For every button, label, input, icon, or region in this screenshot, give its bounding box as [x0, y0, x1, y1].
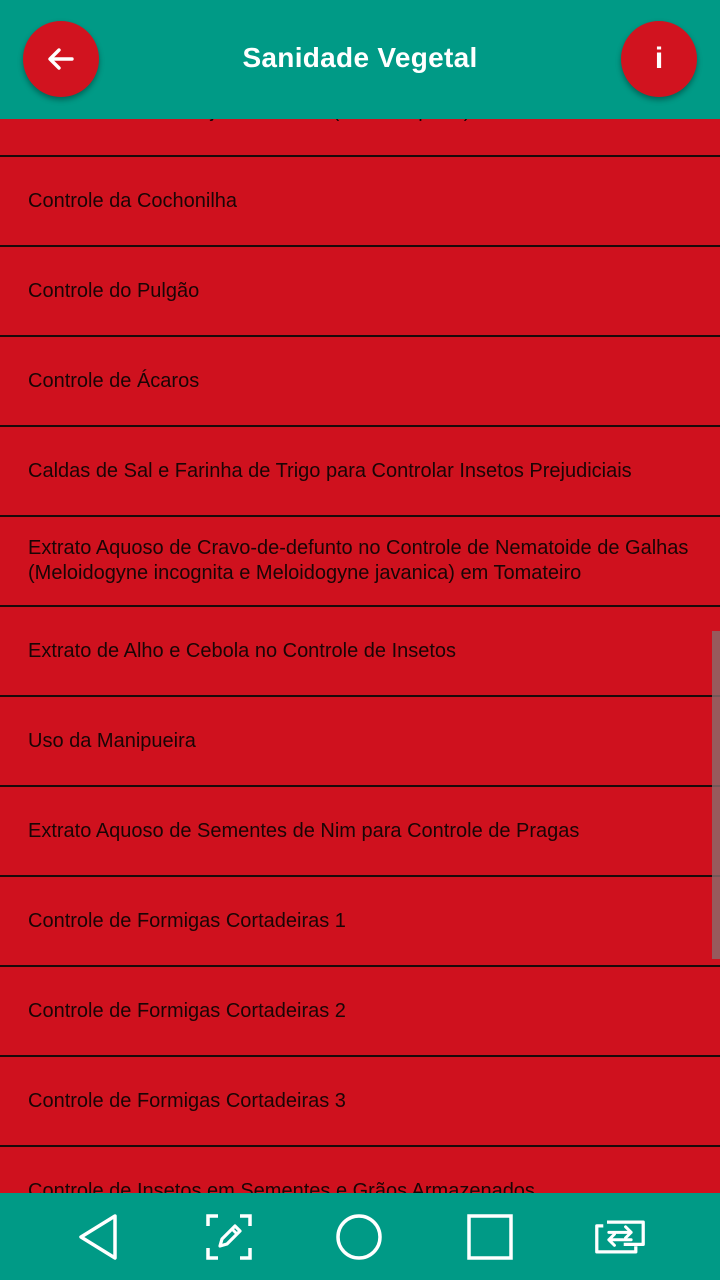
list-item-label: Extrato Aquoso de Sementes de Nim para C…: [28, 819, 580, 842]
list-item-label: Controle de Formigas Cortadeiras 3: [28, 1089, 346, 1112]
nav-back-button[interactable]: [72, 1211, 124, 1263]
list-item-label: Controle do Pulgão: [28, 279, 200, 302]
topic-list: Controle do Percevejo-do-Tomate (Pintinh…: [0, 67, 720, 1237]
list-item[interactable]: Extrato Aquoso de Sementes de Nim para C…: [0, 787, 720, 877]
screenshot-edit-icon: [206, 1214, 252, 1260]
list-item-label: Uso da Manipueira: [28, 729, 196, 752]
system-nav-bar: [0, 1193, 720, 1280]
list-item-label: Extrato Aquoso de Cravo-de-defunto no Co…: [28, 537, 689, 584]
list-item[interactable]: Controle de Formigas Cortadeiras 3: [0, 1057, 720, 1147]
list-item[interactable]: Controle de Formigas Cortadeiras 2: [0, 967, 720, 1057]
list-item-label: Caldas de Sal e Farinha de Trigo para Co…: [28, 459, 632, 482]
screen: Controle do Percevejo-do-Tomate (Pintinh…: [0, 0, 720, 1280]
nav-home-button[interactable]: [333, 1211, 385, 1263]
triangle-back-icon: [79, 1214, 117, 1260]
list-item[interactable]: Uso da Manipueira: [0, 697, 720, 787]
nav-switch-app-button[interactable]: [594, 1211, 646, 1263]
list-item[interactable]: Extrato de Alho e Cebola no Controle de …: [0, 607, 720, 697]
list-item-label: Extrato de Alho e Cebola no Controle de …: [28, 639, 457, 662]
list-item-label: Controle de Ácaros: [28, 369, 200, 392]
nav-recents-button[interactable]: [464, 1211, 516, 1263]
list-item[interactable]: Caldas de Sal e Farinha de Trigo para Co…: [0, 427, 720, 517]
page-title: Sanidade Vegetal: [242, 42, 478, 73]
app-bar: Sanidade Vegetal i: [0, 0, 720, 119]
list-item[interactable]: Controle de Ácaros: [0, 337, 720, 427]
nav-screenshot-edit-button[interactable]: [203, 1211, 255, 1263]
list-item[interactable]: Controle da Cochonilha: [0, 157, 720, 247]
list-item-label: Controle da Cochonilha: [28, 189, 238, 212]
list-item-label: Controle de Formigas Cortadeiras 2: [28, 999, 346, 1022]
circle-home-icon: [336, 1214, 382, 1260]
square-recents-icon: [467, 1214, 513, 1260]
list-item[interactable]: Controle de Formigas Cortadeiras 1: [0, 877, 720, 967]
list-item-label: Controle de Formigas Cortadeiras 1: [28, 909, 346, 932]
switch-app-icon: [595, 1220, 645, 1254]
list-item[interactable]: Controle do Pulgão: [0, 247, 720, 337]
info-button[interactable]: i: [621, 21, 697, 97]
scrollbar-thumb[interactable]: [712, 631, 720, 959]
info-icon: i: [654, 42, 664, 75]
list-item[interactable]: Extrato Aquoso de Cravo-de-defunto no Co…: [0, 517, 720, 607]
